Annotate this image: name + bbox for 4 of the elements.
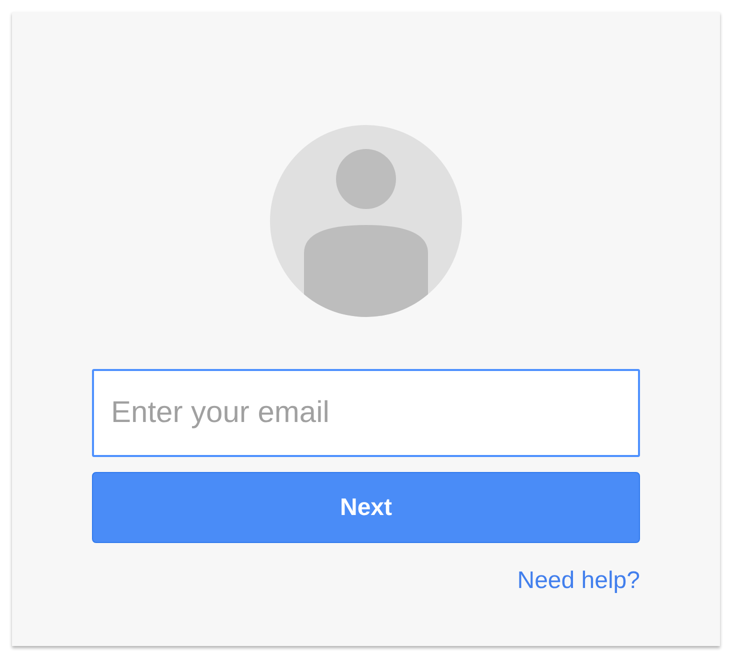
email-field[interactable]: Enter your email (92, 369, 640, 457)
help-link[interactable]: Need help? (517, 563, 640, 599)
next-button[interactable]: Next (92, 472, 640, 543)
avatar-icon (270, 125, 462, 317)
